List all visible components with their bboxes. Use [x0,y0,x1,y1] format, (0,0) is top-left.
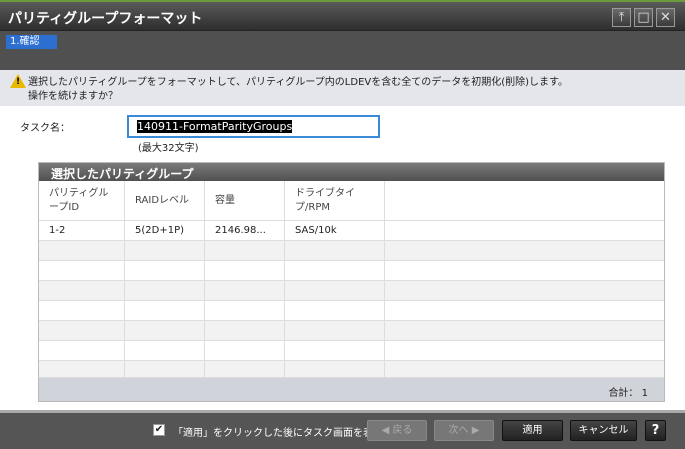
close-icon[interactable]: ✕ [656,8,675,27]
empty-row [39,361,664,378]
table-row[interactable]: 1-2 5(2D+1P) 2146.98... SAS/10k [39,221,664,241]
title-bar: パリティグループフォーマット ⤒ □ ✕ [0,0,685,30]
pin-icon[interactable]: ⤒ [612,8,631,27]
bottom-bar: ✔ 「適用」をクリックした後にタスク画面を表示 ◀ 戻る 次へ ▶ 適用 キャン… [0,410,685,449]
task-name-label: タスク名： [20,123,70,134]
column-header[interactable]: RAIDレベル [125,181,205,220]
empty-row [39,281,664,301]
empty-row [39,301,664,321]
task-name-value: 140911-FormatParityGroups [137,120,293,133]
next-button[interactable]: 次へ ▶ [434,420,494,441]
warning-text: 選択したパリティグループをフォーマットして、パリティグループ内のLDEVを含む全… [28,77,569,88]
step-confirm: 1.確認 [6,35,57,49]
window-title: パリティグループフォーマット [8,11,203,27]
cell-capacity: 2146.98... [205,221,285,240]
help-button[interactable]: ? [645,420,666,441]
column-header[interactable]: パリティグループID [39,181,125,220]
cell-drive: SAS/10k [285,221,385,240]
task-name-hint: (最大32文字) [138,143,199,154]
table-header: パリティグループID RAIDレベル 容量 ドライブタイプ/RPM [39,181,664,221]
table-title: 選択したパリティグループ [39,163,664,181]
total-label: 合計： [608,388,639,399]
cell-raid: 5(2D+1P) [125,221,205,240]
empty-row [39,321,664,341]
empty-row [39,241,664,261]
warning-question: 操作を続けますか？ [28,91,118,102]
maximize-icon[interactable]: □ [634,8,653,27]
cell-id: 1-2 [39,221,125,240]
apply-button[interactable]: 適用 [502,420,563,441]
table-footer: 合計： 1 [39,378,664,401]
total-count: 1 [641,388,648,399]
show-task-label[interactable]: 「適用」をクリックした後にタスク画面を表示 [173,424,383,439]
step-bar: 1.確認 [0,30,685,70]
column-header[interactable]: ドライブタイプ/RPM [285,181,385,220]
show-task-checkbox[interactable]: ✔ [153,424,165,436]
back-button[interactable]: ◀ 戻る [367,420,427,441]
cancel-button[interactable]: キャンセル [570,420,637,441]
parity-group-table: 選択したパリティグループ パリティグループID RAIDレベル 容量 ドライブタ… [38,162,665,402]
column-header[interactable]: 容量 [205,181,285,220]
warning-icon: ! [10,74,26,88]
column-header [385,181,664,220]
empty-row [39,341,664,361]
empty-row [39,261,664,281]
task-name-input[interactable]: 140911-FormatParityGroups [127,115,380,138]
warning-banner: ! 選択したパリティグループをフォーマットして、パリティグループ内のLDEVを含… [0,70,685,106]
